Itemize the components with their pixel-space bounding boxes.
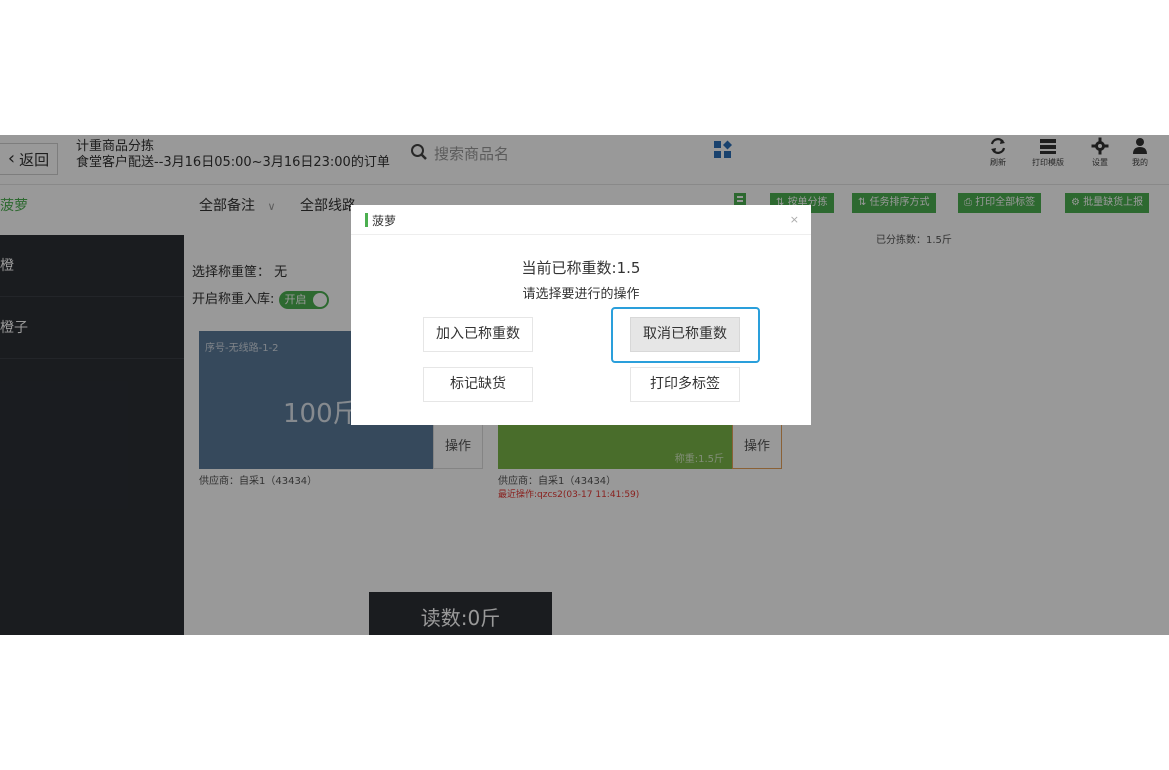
print-multi-labels-button[interactable]: 打印多标签 — [630, 367, 740, 402]
close-icon[interactable]: × — [790, 213, 799, 226]
cancel-weighed-button[interactable]: 取消已称重数 — [630, 317, 740, 352]
dialog-title: 菠萝 — [372, 214, 397, 228]
dialog-prompt: 请选择要进行的操作 — [522, 287, 640, 302]
current-weight: 当前已称重数:1.5 — [521, 259, 641, 277]
title-accent-bar — [365, 213, 368, 227]
mark-shortage-button[interactable]: 标记缺货 — [423, 367, 533, 402]
add-weighed-button[interactable]: 加入已称重数 — [423, 317, 533, 352]
sorting-app: ‹ 返回 计重商品分拣 食堂客户配送--3月16日05:00~3月16日23:0… — [0, 135, 1169, 635]
dialog-header: 菠萝 × — [351, 205, 811, 235]
weight-action-dialog: 菠萝 × 当前已称重数:1.5 请选择要进行的操作 加入已称重数 取消已称重数 … — [351, 205, 811, 425]
